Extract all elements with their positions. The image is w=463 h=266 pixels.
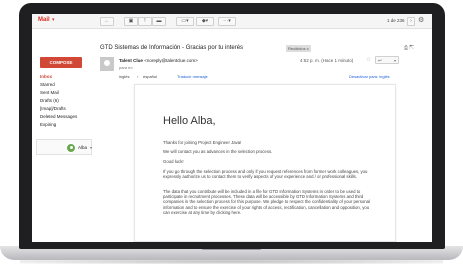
disable-translate-link[interactable]: Desactivar para: inglés [349, 74, 390, 79]
pager: 1 de 236 [387, 18, 405, 23]
translate-bar: inglés › español Traducir mensaje Desact… [119, 73, 403, 81]
move-to-button[interactable]: ▭▾ [176, 17, 194, 26]
sidebar-item-deleted[interactable]: Deleted Messages [40, 114, 77, 119]
body-paragraph: We will contact you as advances in the s… [163, 149, 273, 154]
body-paragraph: The data that you contribute will be inc… [163, 189, 371, 215]
screen: Mail ▾ ← ▣ ! ▬ ▭▾ ◆▾ ⋯▾ 1 de 236 › ⚙ COM… [32, 14, 432, 242]
sender-avatar [100, 57, 114, 71]
star-icon[interactable]: ☆ [366, 57, 371, 63]
compose-button[interactable]: COMPOSE [40, 57, 82, 68]
email-body: Hello Alba, Thanks for joining Project E… [134, 84, 396, 242]
gear-icon[interactable]: ⚙ [418, 17, 424, 25]
sidebar-item-drafts[interactable]: Drafts (6) [40, 98, 59, 103]
sender-name: Talent Clue [119, 58, 143, 63]
translate-message-link[interactable]: Traducir mensaje [177, 74, 208, 79]
chevron-down-icon[interactable]: ▾ [90, 145, 92, 150]
labels-button[interactable]: ◆▾ [196, 17, 214, 26]
email-date: 4:52 p. m. (Hace 1 minuto) [300, 58, 354, 63]
translate-from[interactable]: inglés [119, 74, 129, 79]
reply-icon: ↩ [378, 58, 382, 63]
chevron-down-icon[interactable]: ▾ [52, 17, 55, 23]
body-paragraph: Thanks for joining Project Engineer Java… [163, 140, 242, 145]
mail-app-label[interactable]: Mail [38, 17, 50, 23]
chevron-down-icon[interactable]: ▾ [394, 58, 396, 63]
sidebar-item-sent[interactable]: Sent Mail [40, 90, 59, 95]
avatar[interactable] [66, 143, 76, 153]
back-button[interactable]: ← [100, 17, 114, 26]
sidebar-item-imap-drafts[interactable]: [Imap]/Drafts [40, 106, 66, 111]
sidebar-item-starred[interactable]: Starred [40, 82, 55, 87]
more-button[interactable]: ⋯▾ [218, 17, 236, 26]
sidebar: COMPOSE Inbox Starred Sent Mail Drafts (… [32, 29, 92, 242]
print-icon[interactable]: ⎙ ⇱ [404, 45, 414, 51]
sender-email: <noreply@talentclue.com> [144, 58, 198, 63]
next-icon[interactable]: › [407, 17, 415, 26]
recipient-label[interactable]: para mí [119, 65, 133, 70]
body-paragraph: Good luck! [163, 159, 184, 164]
translate-to[interactable]: español [143, 74, 157, 79]
sidebar-item-inbox[interactable]: Inbox [40, 74, 52, 79]
sender-info: Talent Clue <noreply@talentclue.com> [119, 58, 198, 63]
sidebar-item-expiring[interactable]: Expiring [40, 122, 56, 127]
chat-user-name[interactable]: Alba [78, 145, 87, 150]
archive-button[interactable]: ▣ [124, 17, 138, 26]
report-spam-button[interactable]: ! [138, 17, 152, 26]
body-paragraph: If you go through the selection process … [163, 169, 368, 180]
email-subject: GTD Sistemas de Información - Gracias po… [100, 45, 244, 51]
email-greeting: Hello Alba, [163, 115, 216, 127]
arrow-icon: › [137, 74, 139, 79]
inbox-label-chip[interactable]: Recibidos x [286, 45, 311, 52]
reply-button[interactable]: ↩ ▾ [375, 56, 399, 64]
top-toolbar: Mail ▾ ← ▣ ! ▬ ▭▾ ◆▾ ⋯▾ 1 de 236 › ⚙ [32, 14, 432, 29]
delete-button[interactable]: ▬ [152, 17, 166, 26]
